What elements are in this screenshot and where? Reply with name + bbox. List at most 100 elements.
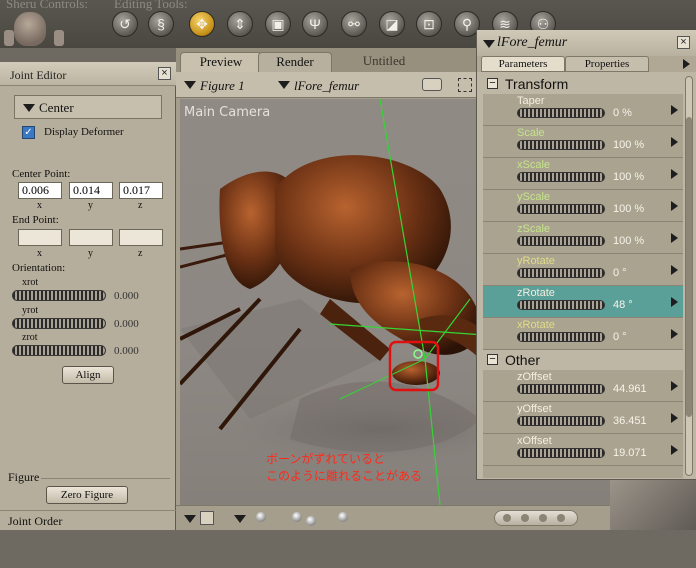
pager-dot[interactable] <box>521 514 529 522</box>
display-deformer-checkbox[interactable]: ✓ <box>22 126 35 139</box>
param-dial[interactable] <box>517 448 605 458</box>
light-ball-icon[interactable] <box>306 516 316 526</box>
camera-icon[interactable] <box>422 78 442 91</box>
parameters-scrollbar[interactable] <box>685 76 693 476</box>
light-ball-icon[interactable] <box>292 512 302 522</box>
align-button[interactable]: Align <box>62 366 114 384</box>
collapse-icon[interactable]: − <box>487 354 498 365</box>
tab-preview[interactable]: Preview <box>180 52 262 72</box>
right-hand-icon[interactable] <box>54 30 64 46</box>
chevron-down-icon[interactable] <box>184 515 196 523</box>
chevron-down-icon[interactable] <box>234 515 246 523</box>
color-tool-icon[interactable]: ◪ <box>379 11 405 37</box>
close-icon[interactable]: × <box>677 36 690 49</box>
center-dropdown[interactable]: Center <box>14 95 162 119</box>
center-x-field[interactable]: 0.006 <box>18 182 62 199</box>
param-zrotate[interactable]: zRotate 48 ° <box>483 286 683 318</box>
chevron-right-icon[interactable] <box>683 59 690 69</box>
param-xoffset[interactable]: xOffset 19.071 <box>483 434 683 466</box>
chevron-right-icon[interactable] <box>671 137 678 147</box>
pager-dot[interactable] <box>557 514 565 522</box>
figure-label: Figure <box>6 470 42 485</box>
param-yscale[interactable]: yScale 100 % <box>483 190 683 222</box>
end-y-field[interactable] <box>69 229 113 246</box>
yrot-value: 0.000 <box>114 318 139 330</box>
xrot-dial[interactable] <box>12 290 106 301</box>
tab-parameters[interactable]: Parameters <box>481 56 565 72</box>
param-dial[interactable] <box>517 204 605 214</box>
scale-tool-icon[interactable]: ▣ <box>265 11 291 37</box>
group-other[interactable]: − Other <box>483 350 683 370</box>
center-point-label: Center Point: <box>12 168 71 180</box>
grouping-tool-icon[interactable]: ⊡ <box>416 11 442 37</box>
axis-y-label: y <box>88 248 93 259</box>
zrot-dial[interactable] <box>12 345 106 356</box>
joint-editor-titlebar[interactable]: Joint Editor × <box>0 62 176 86</box>
param-dial[interactable] <box>517 300 605 310</box>
camera-pager[interactable] <box>494 510 578 526</box>
ground-ball-icon[interactable] <box>338 512 348 522</box>
scrollbar-thumb[interactable] <box>686 117 692 417</box>
param-dial[interactable] <box>517 236 605 246</box>
center-y-field[interactable]: 0.014 <box>69 182 113 199</box>
pager-dot[interactable] <box>503 514 511 522</box>
param-zoffset[interactable]: zOffset 44.961 <box>483 370 683 402</box>
chevron-down-icon[interactable] <box>483 40 495 48</box>
param-scale[interactable]: Scale 100 % <box>483 126 683 158</box>
taper-tool-icon[interactable]: Ψ <box>302 11 328 37</box>
chevron-right-icon[interactable] <box>671 105 678 115</box>
chevron-right-icon[interactable] <box>671 329 678 339</box>
end-x-field[interactable] <box>18 229 62 246</box>
chevron-right-icon[interactable] <box>671 413 678 423</box>
chevron-right-icon[interactable] <box>671 445 678 455</box>
chain-tool-icon[interactable]: ⚯ <box>341 11 367 37</box>
yrot-dial[interactable] <box>12 318 106 329</box>
annotation-line-2: このように離れることがある <box>266 469 423 483</box>
display-style-icon[interactable] <box>200 511 214 525</box>
light-ball-icon[interactable] <box>256 512 266 522</box>
translate-tool-icon[interactable]: ✥ <box>189 11 215 37</box>
parameters-titlebar[interactable]: lFore_femur × <box>477 30 696 56</box>
twist-tool-icon[interactable]: § <box>148 11 174 37</box>
param-dial[interactable] <box>517 172 605 182</box>
frame-select-icon[interactable] <box>458 78 472 92</box>
figure-select[interactable]: Figure 1 <box>200 78 245 94</box>
param-yrotate[interactable]: yRotate 0 ° <box>483 254 683 286</box>
rotate-tool-icon[interactable]: ↺ <box>112 11 138 37</box>
param-dial[interactable] <box>517 332 605 342</box>
param-dial[interactable] <box>517 108 605 118</box>
collapse-icon[interactable]: − <box>487 78 498 89</box>
chevron-right-icon[interactable] <box>671 381 678 391</box>
chevron-right-icon[interactable] <box>671 169 678 179</box>
divider <box>0 510 176 511</box>
chevron-right-icon[interactable] <box>671 265 678 275</box>
param-dial[interactable] <box>517 416 605 426</box>
parameter-list: − Transform Taper 0 % Scale 100 % xScale… <box>483 74 683 478</box>
param-dial[interactable] <box>517 140 605 150</box>
figure-head-icon[interactable] <box>14 12 46 46</box>
param-dial[interactable] <box>517 268 605 278</box>
group-transform[interactable]: − Transform <box>483 74 683 94</box>
tab-render[interactable]: Render <box>258 52 332 72</box>
param-zscale[interactable]: zScale 100 % <box>483 222 683 254</box>
axis-x-label: x <box>37 248 42 259</box>
body-part-select[interactable]: lFore_femur <box>294 78 359 94</box>
xrot-value: 0.000 <box>114 290 139 302</box>
end-z-field[interactable] <box>119 229 163 246</box>
tab-properties[interactable]: Properties <box>565 56 649 72</box>
parameters-tabs: Parameters Properties <box>477 56 696 72</box>
center-z-field[interactable]: 0.017 <box>119 182 163 199</box>
param-taper[interactable]: Taper 0 % <box>483 94 683 126</box>
close-icon[interactable]: × <box>158 67 171 80</box>
param-xscale[interactable]: xScale 100 % <box>483 158 683 190</box>
translate-xy-icon[interactable]: ⇕ <box>227 11 253 37</box>
chevron-right-icon[interactable] <box>671 297 678 307</box>
param-xrotate[interactable]: xRotate 0 ° <box>483 318 683 350</box>
zero-figure-button[interactable]: Zero Figure <box>46 486 128 504</box>
chevron-right-icon[interactable] <box>671 233 678 243</box>
left-hand-icon[interactable] <box>4 30 14 46</box>
pager-dot[interactable] <box>539 514 547 522</box>
chevron-right-icon[interactable] <box>671 201 678 211</box>
param-dial[interactable] <box>517 384 605 394</box>
param-yoffset[interactable]: yOffset 36.451 <box>483 402 683 434</box>
